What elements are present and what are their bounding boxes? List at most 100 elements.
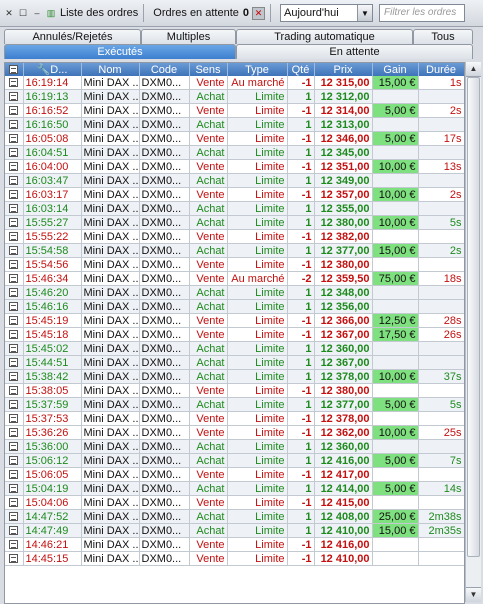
tab-pending[interactable]: En attente [236,44,473,59]
table-row[interactable]: 16:19:14 Mini DAX ... DXM0... Vente Au march… [5,76,464,90]
document-icon[interactable] [9,554,19,564]
document-icon[interactable] [9,288,19,298]
document-icon[interactable] [9,260,19,270]
document-icon[interactable] [9,442,19,452]
table-row[interactable]: 15:45:19 Mini DAX ... DXM0... Vente Limite -1… [5,313,464,328]
table-row[interactable]: 15:37:59 Mini DAX ... DXM0... Achat Limite 1 1… [5,397,464,412]
column-header-code[interactable]: Code [139,63,190,76]
table-row[interactable]: 15:38:42 Mini DAX ... DXM0... Achat Limite 1 1… [5,369,464,384]
document-icon[interactable] [9,512,19,522]
column-header-name[interactable]: Nom [81,63,140,76]
column-header-type[interactable]: Type [227,63,288,76]
vertical-scrollbar[interactable]: ▲ ▼ [465,62,481,602]
column-header-qty[interactable]: Qté [287,63,315,76]
scroll-down-icon[interactable]: ▼ [466,587,481,602]
table-row[interactable]: 15:36:26 Mini DAX ... DXM0... Vente Limite -1… [5,425,464,440]
document-icon[interactable] [9,106,19,116]
document-icon[interactable] [9,232,19,242]
column-header-date[interactable]: 🔧D... [23,63,82,76]
document-icon[interactable] [9,428,19,438]
document-icon[interactable] [9,358,19,368]
table-row[interactable]: 15:55:27 Mini DAX ... DXM0... Achat Limite 1 1… [5,215,464,230]
table-row[interactable]: 15:45:18 Mini DAX ... DXM0... Vente Limite -1… [5,327,464,342]
tab-executed[interactable]: Exécutés [4,44,236,59]
document-icon[interactable] [9,526,19,536]
cell-side: Achat [189,397,228,412]
table-row[interactable]: 16:03:17 Mini DAX ... DXM0... Vente Limite -1… [5,187,464,202]
column-header-duration[interactable]: Durée [418,63,464,76]
cell-time: 16:03:47 [23,173,82,188]
document-icon[interactable] [9,204,19,214]
document-icon[interactable] [9,400,19,410]
table-row[interactable]: 15:54:58 Mini DAX ... DXM0... Achat Limite 1 1… [5,243,464,258]
table-row[interactable]: 15:46:20 Mini DAX ... DXM0... Achat Limite 1 1… [5,285,464,300]
column-header-icon[interactable] [5,63,24,76]
document-icon[interactable] [9,274,19,284]
document-icon[interactable] [9,176,19,186]
table-row[interactable]: 15:54:56 Mini DAX ... DXM0... Vente Limite -1… [5,257,464,272]
document-icon[interactable] [9,316,19,326]
table-row[interactable]: 14:47:52 Mini DAX ... DXM0... Achat Limite 1 1… [5,509,464,524]
table-row[interactable]: 16:03:47 Mini DAX ... DXM0... Achat Limite 1 1… [5,173,464,188]
table-row[interactable]: 16:16:52 Mini DAX ... DXM0... Vente Limite -1… [5,103,464,118]
table-row[interactable]: 15:06:05 Mini DAX ... DXM0... Vente Limite -1… [5,467,464,482]
table-row[interactable]: 14:46:21 Mini DAX ... DXM0... Vente Limite -1… [5,537,464,552]
document-icon[interactable] [9,148,19,158]
document-icon[interactable] [9,120,19,130]
document-icon[interactable] [9,414,19,424]
document-icon[interactable] [9,246,19,256]
tab-all[interactable]: Tous [413,29,473,44]
table-row[interactable]: 15:04:06 Mini DAX ... DXM0... Vente Limite -1… [5,495,464,510]
maximize-icon[interactable]: ☐ [18,8,28,18]
document-icon[interactable] [9,456,19,466]
table-row[interactable]: 15:37:53 Mini DAX ... DXM0... Vente Limite -1… [5,411,464,426]
document-icon[interactable] [9,302,19,312]
period-select[interactable]: Aujourd'hui ▼ [280,4,373,22]
tab-cancelled-rejected[interactable]: Annulés/Rejetés [4,29,141,44]
document-icon[interactable] [9,190,19,200]
minimize-icon[interactable]: – [32,8,42,18]
table-row[interactable]: 15:55:22 Mini DAX ... DXM0... Vente Limite -1… [5,229,464,244]
chevron-down-icon[interactable]: ▼ [357,5,372,21]
document-icon[interactable] [9,134,19,144]
column-header-price[interactable]: Prix [314,63,373,76]
table-row[interactable]: 15:44:51 Mini DAX ... DXM0... Achat Limite 1 1… [5,355,464,370]
document-icon[interactable] [9,92,19,102]
document-icon[interactable] [9,498,19,508]
table-row[interactable]: 15:04:19 Mini DAX ... DXM0... Achat Limite 1 1… [5,481,464,496]
close-icon[interactable]: ✕ [4,8,14,18]
table-row[interactable]: 15:46:34 Mini DAX ... DXM0... Vente Au march… [5,271,464,286]
table-row[interactable]: 16:04:51 Mini DAX ... DXM0... Achat Limite 1 1… [5,145,464,160]
table-row[interactable]: 15:38:05 Mini DAX ... DXM0... Vente Limite -1… [5,383,464,398]
column-header-gain[interactable]: Gain [372,63,419,76]
column-header-side[interactable]: Sens [189,63,228,76]
table-row[interactable]: 14:45:15 Mini DAX ... DXM0... Vente Limite -1… [5,551,464,566]
document-icon[interactable] [9,162,19,172]
document-icon[interactable] [9,78,19,88]
table-row[interactable]: 16:16:50 Mini DAX ... DXM0... Achat Limite 1 1… [5,117,464,132]
document-icon[interactable] [9,484,19,494]
tab-multiple[interactable]: Multiples [141,29,236,44]
document-icon[interactable] [9,540,19,550]
document-icon[interactable] [9,330,19,340]
table-row[interactable]: 15:36:00 Mini DAX ... DXM0... Achat Limite 1 1… [5,439,464,454]
table-row[interactable]: 16:05:08 Mini DAX ... DXM0... Vente Limite -1… [5,131,464,146]
document-icon[interactable] [9,372,19,382]
document-icon[interactable] [9,218,19,228]
clear-pending-button[interactable]: ✕ [252,6,265,20]
table-row[interactable]: 16:19:13 Mini DAX ... DXM0... Achat Limite 1 1… [5,89,464,104]
document-icon[interactable] [9,386,19,396]
table-row[interactable]: 15:06:12 Mini DAX ... DXM0... Achat Limite 1 1… [5,453,464,468]
filter-input[interactable]: Filtrer les ordres [379,4,465,22]
table-row[interactable]: 15:46:16 Mini DAX ... DXM0... Achat Limite 1 1… [5,299,464,314]
cell-qty: 1 [287,201,315,216]
table-row[interactable]: 15:45:02 Mini DAX ... DXM0... Achat Limite 1 1… [5,341,464,356]
tab-automatic-trading[interactable]: Trading automatique [236,29,413,44]
table-row[interactable]: 16:04:00 Mini DAX ... DXM0... Vente Limite -1… [5,159,464,174]
scroll-up-icon[interactable]: ▲ [466,62,481,77]
table-row[interactable]: 14:47:49 Mini DAX ... DXM0... Achat Limite 1 1… [5,523,464,538]
document-icon[interactable] [9,344,19,354]
document-icon[interactable] [9,470,19,480]
scroll-thumb[interactable] [467,77,480,557]
table-row[interactable]: 16:03:14 Mini DAX ... DXM0... Achat Limite 1 1… [5,201,464,216]
